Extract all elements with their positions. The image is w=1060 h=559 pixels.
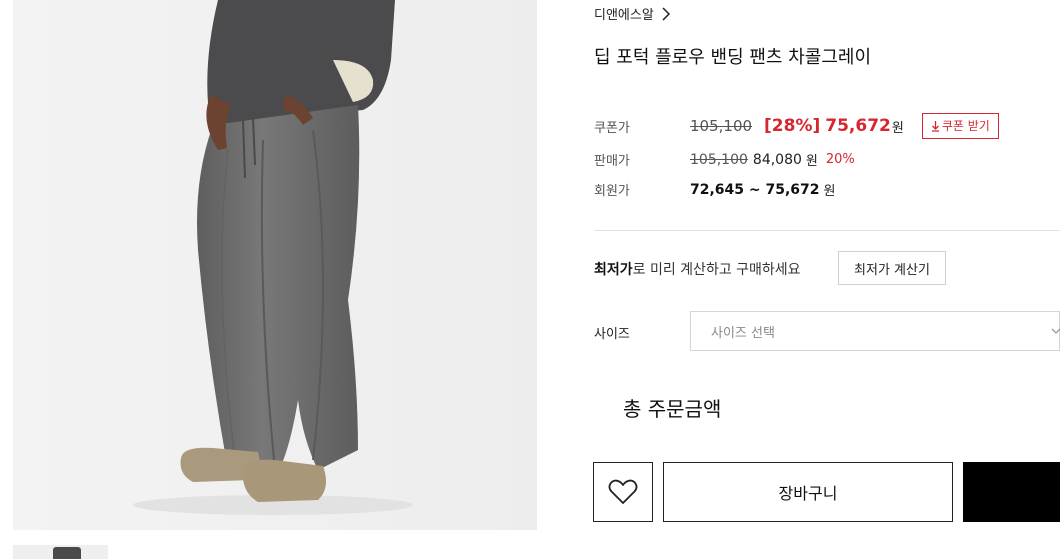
lowest-price-calculator-button[interactable]: 최저가 계산기 bbox=[838, 251, 946, 285]
get-coupon-button[interactable]: 쿠폰 받기 bbox=[921, 113, 999, 139]
coupon-price-row: 쿠폰가 105,100 [28%] 75,672 원 쿠폰 받기 bbox=[594, 113, 999, 139]
lowest-price-bold: 최저가 bbox=[594, 262, 633, 278]
member-price-row: 회원가 72,645 ~ 75,672 원 bbox=[594, 180, 836, 200]
product-thumbnail[interactable] bbox=[13, 545, 108, 559]
get-coupon-label: 쿠폰 받기 bbox=[941, 119, 990, 133]
sale-price-row: 판매가 105,100 84,080 원 20% bbox=[594, 150, 855, 170]
size-label: 사이즈 bbox=[594, 327, 630, 342]
buy-now-button[interactable] bbox=[963, 462, 1060, 522]
thumbnail-image bbox=[53, 547, 81, 559]
heart-icon bbox=[608, 479, 638, 504]
size-select-placeholder: 사이즈 선택 bbox=[711, 325, 775, 341]
add-to-cart-button[interactable]: 장바구니 bbox=[663, 462, 953, 522]
sale-original-price: 105,100 bbox=[690, 151, 748, 168]
download-arrow-icon bbox=[931, 121, 939, 132]
sale-price-label: 판매가 bbox=[594, 154, 630, 169]
coupon-currency: 원 bbox=[891, 120, 904, 136]
lowest-price-desc: 로 미리 계산하고 구매하세요 bbox=[632, 262, 801, 278]
coupon-price-value: 75,672 bbox=[825, 116, 891, 136]
coupon-price-label: 쿠폰가 bbox=[594, 120, 630, 136]
brand-link[interactable]: 디앤에스알 bbox=[594, 4, 672, 23]
sale-currency: 원 bbox=[805, 154, 818, 169]
chevron-right-icon bbox=[662, 6, 670, 21]
brand-name: 디앤에스알 bbox=[594, 8, 654, 23]
size-select[interactable]: 사이즈 선택 bbox=[690, 311, 1060, 351]
member-price-range: 72,645 ~ 75,672 bbox=[690, 181, 820, 198]
sale-discount-rate: 20% bbox=[825, 152, 855, 167]
product-title: 딥 포턱 플로우 밴딩 팬츠 차콜그레이 bbox=[594, 47, 872, 68]
coupon-discount-rate: [28%] bbox=[764, 116, 821, 136]
chevron-down-icon bbox=[1051, 328, 1060, 334]
coupon-original-price: 105,100 bbox=[690, 117, 753, 135]
product-main-image[interactable] bbox=[13, 0, 537, 530]
wishlist-button[interactable] bbox=[593, 462, 653, 522]
lowest-price-text: 최저가로 미리 계산하고 구매하세요 bbox=[594, 259, 801, 279]
member-price-label: 회원가 bbox=[594, 184, 630, 199]
total-order-amount-label: 총 주문금액 bbox=[623, 397, 722, 421]
member-currency: 원 bbox=[823, 184, 836, 199]
sale-price-value: 84,080 bbox=[752, 151, 802, 168]
section-divider bbox=[594, 230, 1060, 231]
